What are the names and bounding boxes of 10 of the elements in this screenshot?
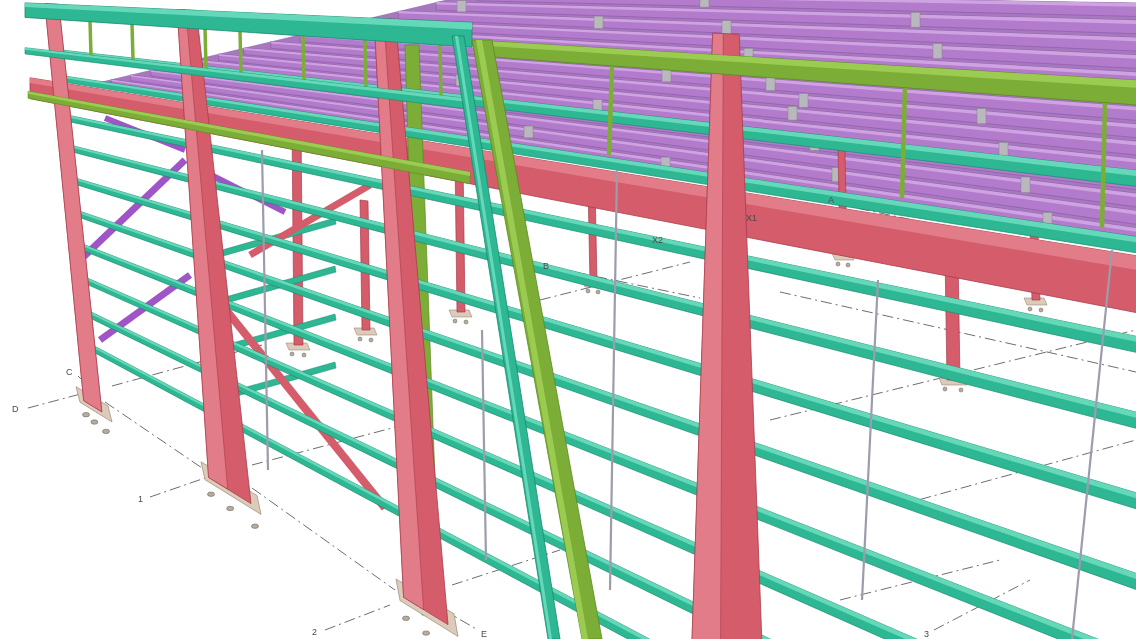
grid-label: 1	[138, 494, 143, 504]
grid-label: C	[66, 367, 73, 377]
grid-label: B	[543, 261, 549, 271]
grid-label: D	[12, 404, 19, 414]
grid-label: E	[481, 629, 487, 639]
grid-label: 3	[924, 629, 929, 639]
grid-label: 2	[312, 627, 317, 637]
grid-label: X1	[746, 213, 757, 223]
grid-label: A	[828, 195, 834, 205]
grid-label: X2	[652, 235, 663, 245]
